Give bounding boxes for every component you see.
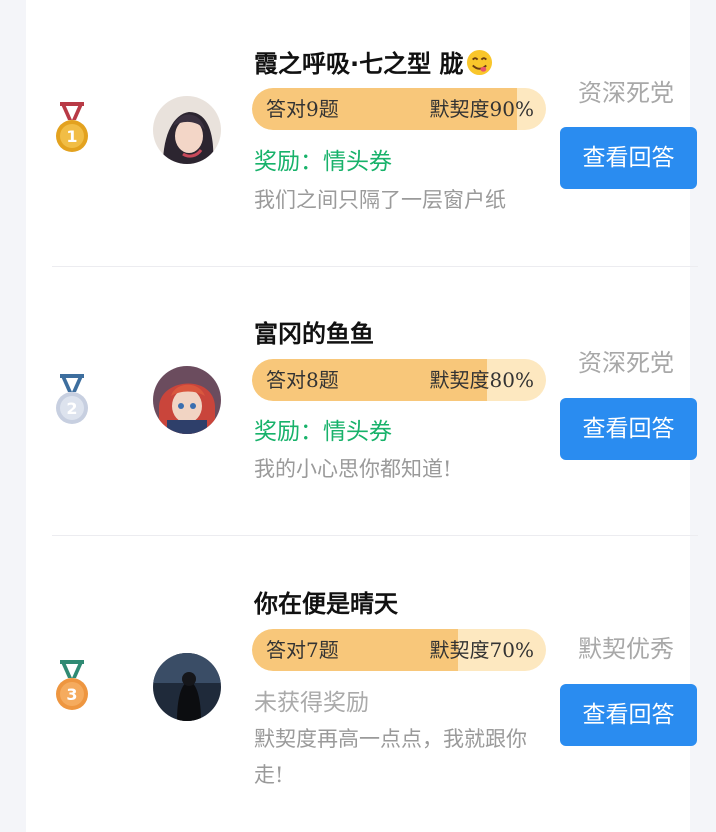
reward-text: 奖励：情头券 [254,419,392,445]
divider [52,266,698,267]
view-answers-button[interactable]: 查看回答 [560,127,697,189]
level-label: 资深死党 [578,79,674,107]
message-text: 我的小心思你都知道! [254,457,452,481]
reward-text: 未获得奖励 [254,690,369,716]
tacit-score: 默契度70% [429,638,534,662]
bronze-medal-icon: 3 [56,660,88,710]
svg-text:1: 1 [66,127,77,146]
user-name: 富冈的鱼鱼 [254,320,374,348]
tacit-score: 默契度80% [429,368,534,392]
view-answers-button[interactable]: 查看回答 [560,398,697,460]
reward-text: 奖励：情头券 [254,149,392,175]
answered-count: 答对8题 [266,368,339,392]
svg-text:2: 2 [66,399,77,418]
level-label: 默契优秀 [578,635,674,663]
progress-bar: 答对8题 默契度80% [252,359,546,401]
progress-bar: 答对7题 默契度70% [252,629,546,671]
divider [52,535,698,536]
avatar[interactable] [153,653,221,721]
yum-emoji-icon [467,49,493,76]
message-text: 我们之间只隔了一层窗户纸 [254,188,506,212]
message-text: 默契度再高一点点，我就跟你走! [254,727,527,787]
silver-medal-icon: 2 [56,374,88,424]
gold-medal-icon: 1 [56,102,88,152]
answered-count: 答对9题 [266,97,339,121]
answered-count: 答对7题 [266,638,339,662]
svg-text:3: 3 [66,685,77,704]
leaderboard-card: 1 霞之呼吸·七之型 胧 答对9题 默契度90% 奖励：情头券 我们之间只隔了一… [26,0,698,832]
avatar[interactable] [153,366,221,434]
level-label: 资深死党 [578,349,674,377]
avatar[interactable] [153,96,221,164]
user-name: 你在便是晴天 [254,590,398,618]
tacit-score: 默契度90% [429,97,534,121]
view-answers-button[interactable]: 查看回答 [560,684,697,746]
progress-bar: 答对9题 默契度90% [252,88,546,130]
user-name: 霞之呼吸·七之型 胧 [254,44,493,79]
